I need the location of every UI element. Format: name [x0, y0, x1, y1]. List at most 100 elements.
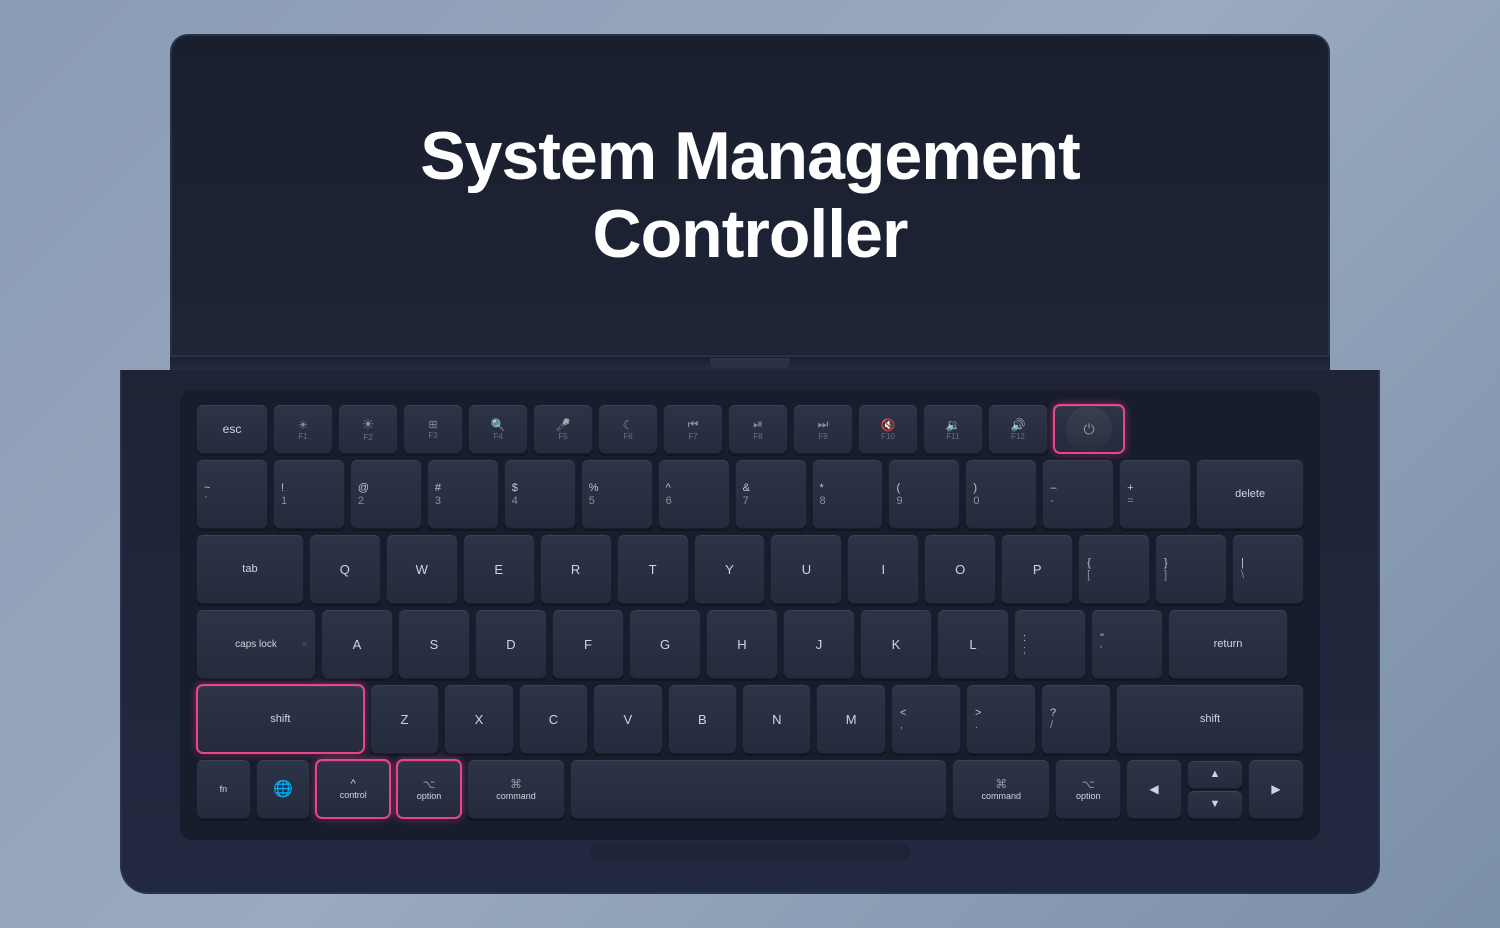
- key-g[interactable]: G: [629, 609, 701, 679]
- key-space[interactable]: [570, 759, 947, 819]
- key-arrow-right[interactable]: ▶: [1248, 759, 1304, 819]
- key-caps-lock[interactable]: caps lock: [196, 609, 316, 679]
- key-backtick[interactable]: ~ `: [196, 459, 268, 529]
- trackpad-hint: [590, 844, 910, 860]
- key-backslash[interactable]: | \: [1232, 534, 1304, 604]
- macbook-container: System Management Controller esc ☀ F1 ☀ …: [100, 34, 1400, 894]
- key-5[interactable]: % 5: [581, 459, 653, 529]
- laptop-lid: System Management Controller: [170, 34, 1330, 357]
- key-2[interactable]: @ 2: [350, 459, 422, 529]
- key-option-right[interactable]: ⌥ option: [1055, 759, 1121, 819]
- key-f9[interactable]: ⏭ F9: [793, 404, 853, 454]
- key-7[interactable]: & 7: [735, 459, 807, 529]
- keyboard-body: esc ☀ F1 ☀ F2 ⊞ F3 🔍 F4: [120, 370, 1380, 894]
- key-s[interactable]: S: [398, 609, 470, 679]
- key-a[interactable]: A: [321, 609, 393, 679]
- key-f6[interactable]: ☾ F6: [598, 404, 658, 454]
- screen-title: System Management Controller: [420, 117, 1079, 273]
- key-w[interactable]: W: [386, 534, 458, 604]
- key-v[interactable]: V: [593, 684, 662, 754]
- up-down-arrows: ▲ ▼: [1187, 760, 1243, 819]
- zxcv-row: shift Z X C V B N M < , > . ?: [196, 684, 1304, 754]
- key-shift-left[interactable]: shift: [196, 684, 365, 754]
- key-i[interactable]: I: [847, 534, 919, 604]
- bottom-strip: [120, 842, 1380, 862]
- key-u[interactable]: U: [770, 534, 842, 604]
- key-arrow-down[interactable]: ▼: [1187, 790, 1243, 819]
- hinge: [170, 357, 1330, 370]
- key-8[interactable]: * 8: [812, 459, 884, 529]
- key-globe[interactable]: 🌐: [256, 759, 311, 819]
- key-period[interactable]: > .: [966, 684, 1036, 754]
- title-line2: Controller: [593, 196, 908, 272]
- key-n[interactable]: N: [742, 684, 811, 754]
- key-minus[interactable]: – -: [1042, 459, 1114, 529]
- key-f12[interactable]: 🔊 F12: [988, 404, 1048, 454]
- key-f2[interactable]: ☀ F2: [338, 404, 398, 454]
- bottom-row: fn 🌐 ^ control ⌥ option ⌘ command: [196, 759, 1304, 819]
- key-4[interactable]: $ 4: [504, 459, 576, 529]
- title-line1: System Management: [420, 118, 1079, 194]
- key-comma[interactable]: < ,: [891, 684, 961, 754]
- key-f11[interactable]: 🔉 F11: [923, 404, 983, 454]
- key-arrow-up[interactable]: ▲: [1187, 760, 1243, 789]
- key-1[interactable]: ! 1: [273, 459, 345, 529]
- key-f1[interactable]: ☀ F1: [273, 404, 333, 454]
- key-h[interactable]: H: [706, 609, 778, 679]
- caps-lock-indicator: [302, 642, 307, 647]
- key-p[interactable]: P: [1001, 534, 1073, 604]
- key-semicolon[interactable]: : ;: [1014, 609, 1086, 679]
- key-control[interactable]: ^ control: [315, 759, 391, 819]
- key-l[interactable]: L: [937, 609, 1009, 679]
- key-option-left[interactable]: ⌥ option: [396, 759, 462, 819]
- key-t[interactable]: T: [617, 534, 689, 604]
- key-0[interactable]: ) 0: [965, 459, 1037, 529]
- key-f3[interactable]: ⊞ F3: [403, 404, 463, 454]
- key-fn[interactable]: fn: [196, 759, 251, 819]
- key-e[interactable]: E: [463, 534, 535, 604]
- key-3[interactable]: # 3: [427, 459, 499, 529]
- key-esc[interactable]: esc: [196, 404, 268, 454]
- key-bracket-left[interactable]: { [: [1078, 534, 1150, 604]
- key-z[interactable]: Z: [370, 684, 439, 754]
- key-f[interactable]: F: [552, 609, 624, 679]
- key-o[interactable]: O: [924, 534, 996, 604]
- key-q[interactable]: Q: [309, 534, 381, 604]
- key-command-left[interactable]: ⌘ command: [467, 759, 565, 819]
- key-command-right[interactable]: ⌘ command: [952, 759, 1050, 819]
- power-button-inner: ⏻: [1066, 406, 1112, 452]
- key-return[interactable]: return: [1168, 609, 1288, 679]
- key-9[interactable]: ( 9: [888, 459, 960, 529]
- key-f4[interactable]: 🔍 F4: [468, 404, 528, 454]
- arrow-keys: ◀ ▲ ▼ ▶: [1126, 759, 1304, 819]
- key-j[interactable]: J: [783, 609, 855, 679]
- key-r[interactable]: R: [540, 534, 612, 604]
- fn-row: esc ☀ F1 ☀ F2 ⊞ F3 🔍 F4: [196, 404, 1304, 454]
- key-f8[interactable]: ⏯ F8: [728, 404, 788, 454]
- key-equals[interactable]: + =: [1119, 459, 1191, 529]
- key-6[interactable]: ^ 6: [658, 459, 730, 529]
- key-y[interactable]: Y: [694, 534, 766, 604]
- key-c[interactable]: C: [519, 684, 588, 754]
- key-bracket-right[interactable]: } ]: [1155, 534, 1227, 604]
- qwerty-row: tab Q W E R T Y U I O P { [ } ]: [196, 534, 1304, 604]
- hinge-notch: [710, 358, 790, 368]
- key-shift-right[interactable]: shift: [1116, 684, 1304, 754]
- key-slash[interactable]: ? /: [1041, 684, 1111, 754]
- key-d[interactable]: D: [475, 609, 547, 679]
- number-row: ~ ` ! 1 @ 2 # 3 $ 4: [196, 459, 1304, 529]
- key-tab[interactable]: tab: [196, 534, 304, 604]
- key-f7[interactable]: ⏮ F7: [663, 404, 723, 454]
- key-b[interactable]: B: [668, 684, 737, 754]
- key-m[interactable]: M: [816, 684, 885, 754]
- keyboard-area: esc ☀ F1 ☀ F2 ⊞ F3 🔍 F4: [180, 390, 1320, 840]
- key-f5[interactable]: 🎤 F5: [533, 404, 593, 454]
- key-x[interactable]: X: [444, 684, 513, 754]
- key-power[interactable]: ⏻: [1053, 404, 1125, 454]
- key-quote[interactable]: " ': [1091, 609, 1163, 679]
- asdf-row: caps lock A S D F G H J K L : ; " ': [196, 609, 1304, 679]
- key-k[interactable]: K: [860, 609, 932, 679]
- key-delete[interactable]: delete: [1196, 459, 1304, 529]
- key-f10[interactable]: 🔇 F10: [858, 404, 918, 454]
- key-arrow-left[interactable]: ◀: [1126, 759, 1182, 819]
